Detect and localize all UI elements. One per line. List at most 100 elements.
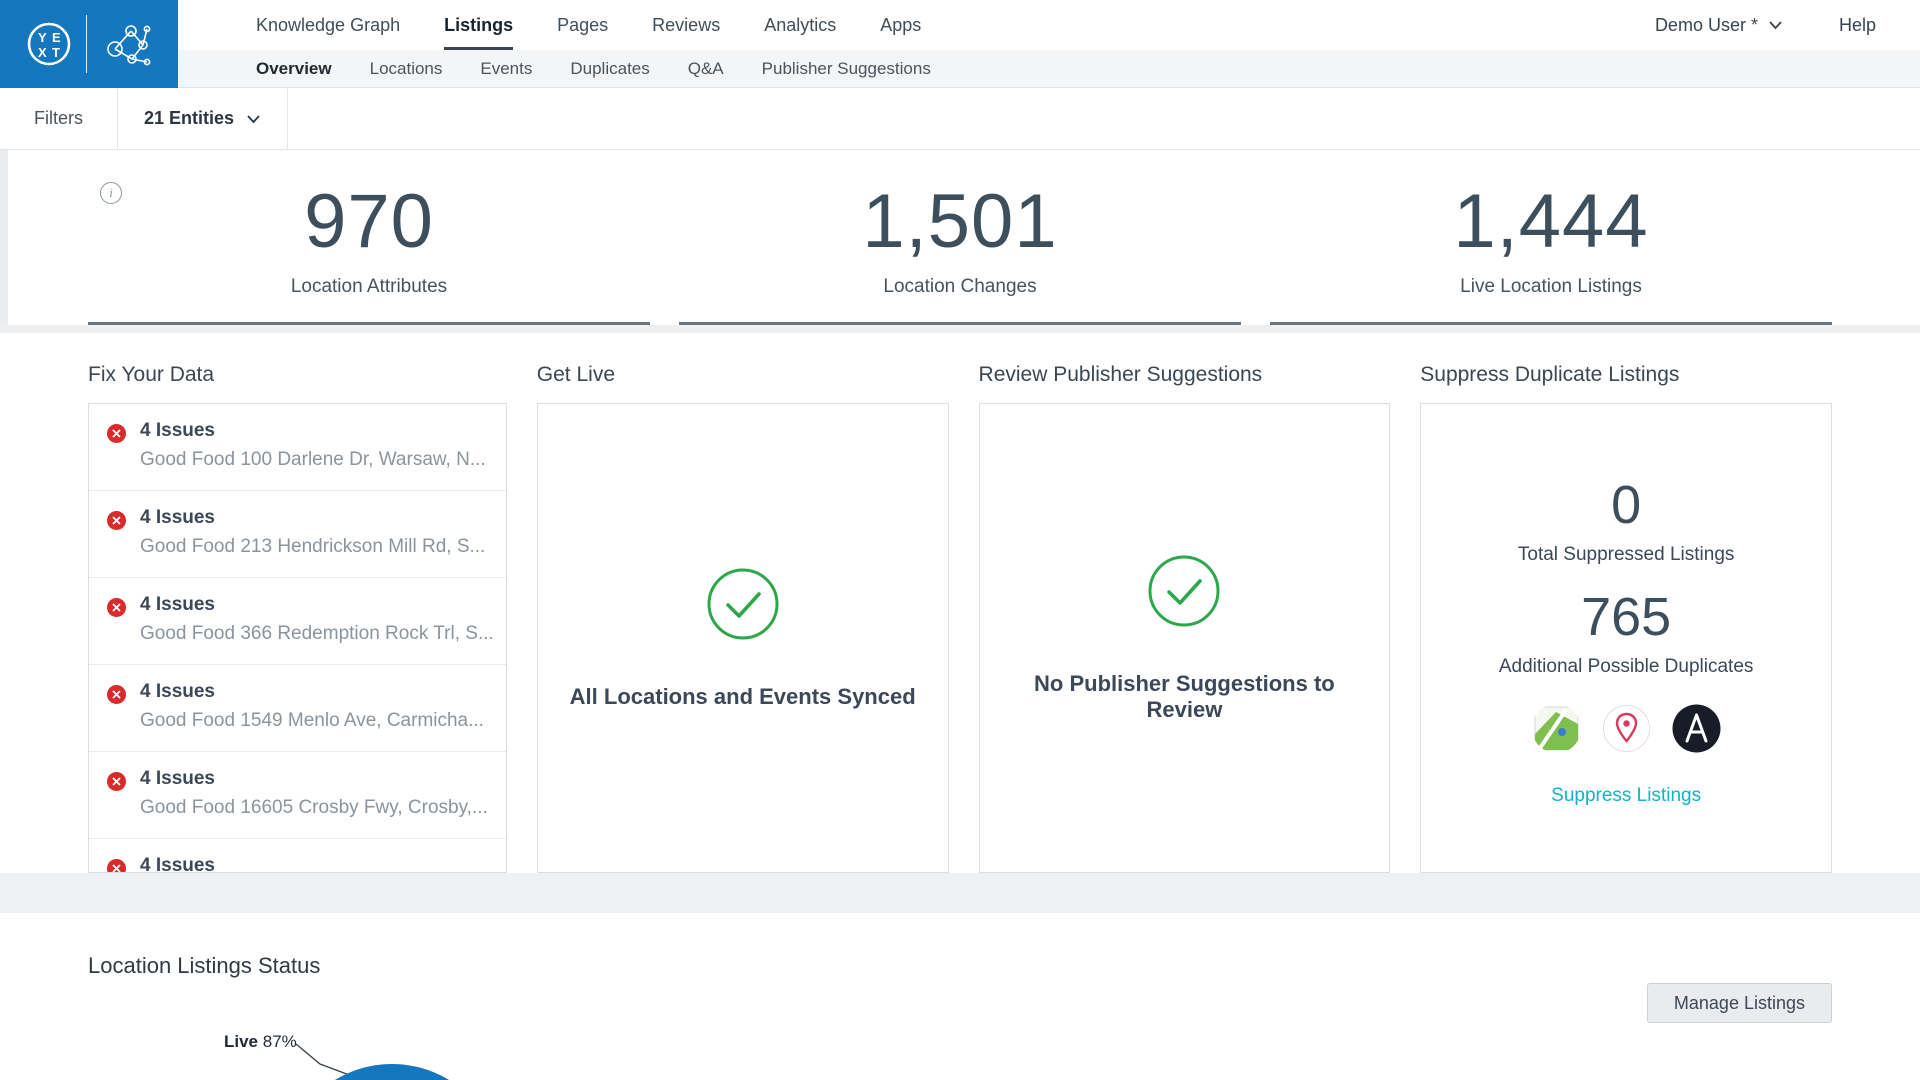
issue-count: 4 Issues xyxy=(140,595,494,616)
suggestions-status-text: No Publisher Suggestions to Review xyxy=(1004,671,1366,723)
main-nav: Knowledge Graph Listings Pages Reviews A… xyxy=(256,0,921,50)
section-divider xyxy=(0,873,1920,913)
pie-label-text: Live xyxy=(224,1032,258,1051)
chevron-down-icon xyxy=(246,114,261,124)
svg-text:Y: Y xyxy=(38,30,47,45)
overview-cards: Fix Your Data 4 Issues Good Food 100 Dar… xyxy=(0,333,1920,873)
total-suppressed-label: Total Suppressed Listings xyxy=(1518,544,1735,566)
collapsed-filter-edge xyxy=(0,150,8,325)
check-circle-icon xyxy=(1146,553,1222,629)
header-right: Demo User * Help xyxy=(1655,0,1876,50)
error-icon xyxy=(107,598,126,617)
suppress-duplicates-card: 0 Total Suppressed Listings 765 Addition… xyxy=(1420,403,1832,873)
issue-location: Good Food 16605 Crosby Fwy, Crosby,... xyxy=(140,797,494,819)
stat-value: 1,501 xyxy=(679,184,1241,260)
chevron-down-icon xyxy=(1768,20,1783,30)
error-icon xyxy=(107,511,126,530)
filters-button[interactable]: Filters xyxy=(0,88,117,149)
yext-logo-icon: Y E X T xyxy=(26,21,72,67)
issue-location: Good Food 213 Hendrickson Mill Rd, S... xyxy=(140,536,494,558)
yext-logo[interactable]: Y E X T xyxy=(0,0,178,88)
svg-text:E: E xyxy=(52,30,61,45)
possible-duplicates-value: 765 xyxy=(1581,590,1671,644)
issue-location: Good Food 366 Redemption Rock Trl, S... xyxy=(140,623,494,645)
stat-label: Live Location Listings xyxy=(1270,276,1832,298)
publisher-icons xyxy=(1532,704,1721,753)
issue-count: 4 Issues xyxy=(140,682,494,703)
map-pin-icon[interactable] xyxy=(1602,704,1651,753)
filters-bar: Filters 21 Entities xyxy=(0,88,1920,150)
apple-maps-icon[interactable] xyxy=(1532,704,1581,753)
card-title: Get Live xyxy=(537,333,949,387)
get-live-column: Get Live All Locations and Events Synced xyxy=(537,333,949,873)
subnav-item-publisher-suggestions[interactable]: Publisher Suggestions xyxy=(762,59,931,79)
stat-value: 970 xyxy=(88,184,650,260)
stat-location-attributes[interactable]: 970 Location Attributes xyxy=(88,150,650,325)
logo-divider xyxy=(86,15,87,73)
knowledge-graph-icon xyxy=(101,18,153,70)
card-title: Review Publisher Suggestions xyxy=(979,333,1391,387)
issue-count: 4 Issues xyxy=(140,508,494,529)
section-divider xyxy=(0,325,1920,333)
issue-count: 4 Issues xyxy=(140,421,494,442)
fix-your-data-card: 4 Issues Good Food 100 Darlene Dr, Warsa… xyxy=(88,403,507,873)
help-link[interactable]: Help xyxy=(1839,15,1876,36)
suppress-duplicates-column: Suppress Duplicate Listings 0 Total Supp… xyxy=(1420,333,1832,873)
issue-row[interactable]: 4 Issues xyxy=(89,839,506,873)
location-listings-status-section: Location Listings Status Manage Listings xyxy=(0,913,1920,1080)
stats-summary: i 970 Location Attributes 1,501 Location… xyxy=(88,150,1832,325)
total-suppressed-value: 0 xyxy=(1611,478,1641,532)
nav-item-analytics[interactable]: Analytics xyxy=(764,0,836,50)
nav-item-pages[interactable]: Pages xyxy=(557,0,608,50)
subnav-item-duplicates[interactable]: Duplicates xyxy=(570,59,649,79)
stat-live-location-listings[interactable]: 1,444 Live Location Listings xyxy=(1270,150,1832,325)
top-nav: Y E X T xyxy=(0,0,1920,88)
publisher-suggestions-card: No Publisher Suggestions to Review xyxy=(979,403,1391,873)
nav-item-reviews[interactable]: Reviews xyxy=(652,0,720,50)
primary-nav-row: Knowledge Graph Listings Pages Reviews A… xyxy=(0,0,1920,50)
stat-label: Location Changes xyxy=(679,276,1241,298)
user-menu[interactable]: Demo User * xyxy=(1655,15,1783,36)
issue-row[interactable]: 4 Issues Good Food 1549 Menlo Ave, Carmi… xyxy=(89,665,506,752)
issue-row[interactable]: 4 Issues Good Food 16605 Crosby Fwy, Cro… xyxy=(89,752,506,839)
subnav-item-events[interactable]: Events xyxy=(480,59,532,79)
card-title: Suppress Duplicate Listings xyxy=(1420,333,1832,387)
issue-row[interactable]: 4 Issues Good Food 100 Darlene Dr, Warsa… xyxy=(89,404,506,491)
error-icon xyxy=(107,424,126,443)
fix-your-data-column: Fix Your Data 4 Issues Good Food 100 Dar… xyxy=(88,333,507,873)
subnav-item-overview[interactable]: Overview xyxy=(256,59,332,79)
info-icon[interactable]: i xyxy=(100,182,122,204)
issue-count: 4 Issues xyxy=(140,769,494,790)
stat-location-changes[interactable]: 1,501 Location Changes xyxy=(679,150,1241,325)
svg-text:X: X xyxy=(38,45,47,60)
card-title: Fix Your Data xyxy=(88,333,507,387)
error-icon xyxy=(107,772,126,791)
check-circle-icon xyxy=(705,566,781,642)
subnav-item-locations[interactable]: Locations xyxy=(370,59,443,79)
issue-location: Good Food 1549 Menlo Ave, Carmicha... xyxy=(140,710,494,732)
nav-item-apps[interactable]: Apps xyxy=(880,0,921,50)
issue-location: Good Food 100 Darlene Dr, Warsaw, N... xyxy=(140,449,494,471)
suppress-listings-link[interactable]: Suppress Listings xyxy=(1551,785,1701,807)
entities-dropdown-label: 21 Entities xyxy=(144,108,234,129)
section-title: Location Listings Status xyxy=(88,913,1832,979)
issue-row[interactable]: 4 Issues Good Food 366 Redemption Rock T… xyxy=(89,578,506,665)
publisher-suggestions-column: Review Publisher Suggestions No Publishe… xyxy=(979,333,1391,873)
issue-count: 4 Issues xyxy=(140,856,494,873)
get-live-card: All Locations and Events Synced xyxy=(537,403,949,873)
entities-dropdown[interactable]: 21 Entities xyxy=(117,88,288,149)
pie-slice-label-live: Live 87% xyxy=(224,1032,297,1052)
nav-item-knowledge-graph[interactable]: Knowledge Graph xyxy=(256,0,400,50)
subnav-item-qa[interactable]: Q&A xyxy=(688,59,724,79)
user-menu-label: Demo User * xyxy=(1655,15,1758,36)
publisher-a-icon[interactable] xyxy=(1672,704,1721,753)
stat-label: Location Attributes xyxy=(88,276,650,298)
listings-sub-nav: Overview Locations Events Duplicates Q&A… xyxy=(0,50,1920,88)
nav-item-listings[interactable]: Listings xyxy=(444,0,513,50)
possible-duplicates-label: Additional Possible Duplicates xyxy=(1499,656,1754,678)
error-icon xyxy=(107,685,126,704)
manage-listings-button[interactable]: Manage Listings xyxy=(1647,983,1832,1023)
sync-status-text: All Locations and Events Synced xyxy=(570,684,916,710)
error-icon xyxy=(107,859,126,873)
issue-row[interactable]: 4 Issues Good Food 213 Hendrickson Mill … xyxy=(89,491,506,578)
